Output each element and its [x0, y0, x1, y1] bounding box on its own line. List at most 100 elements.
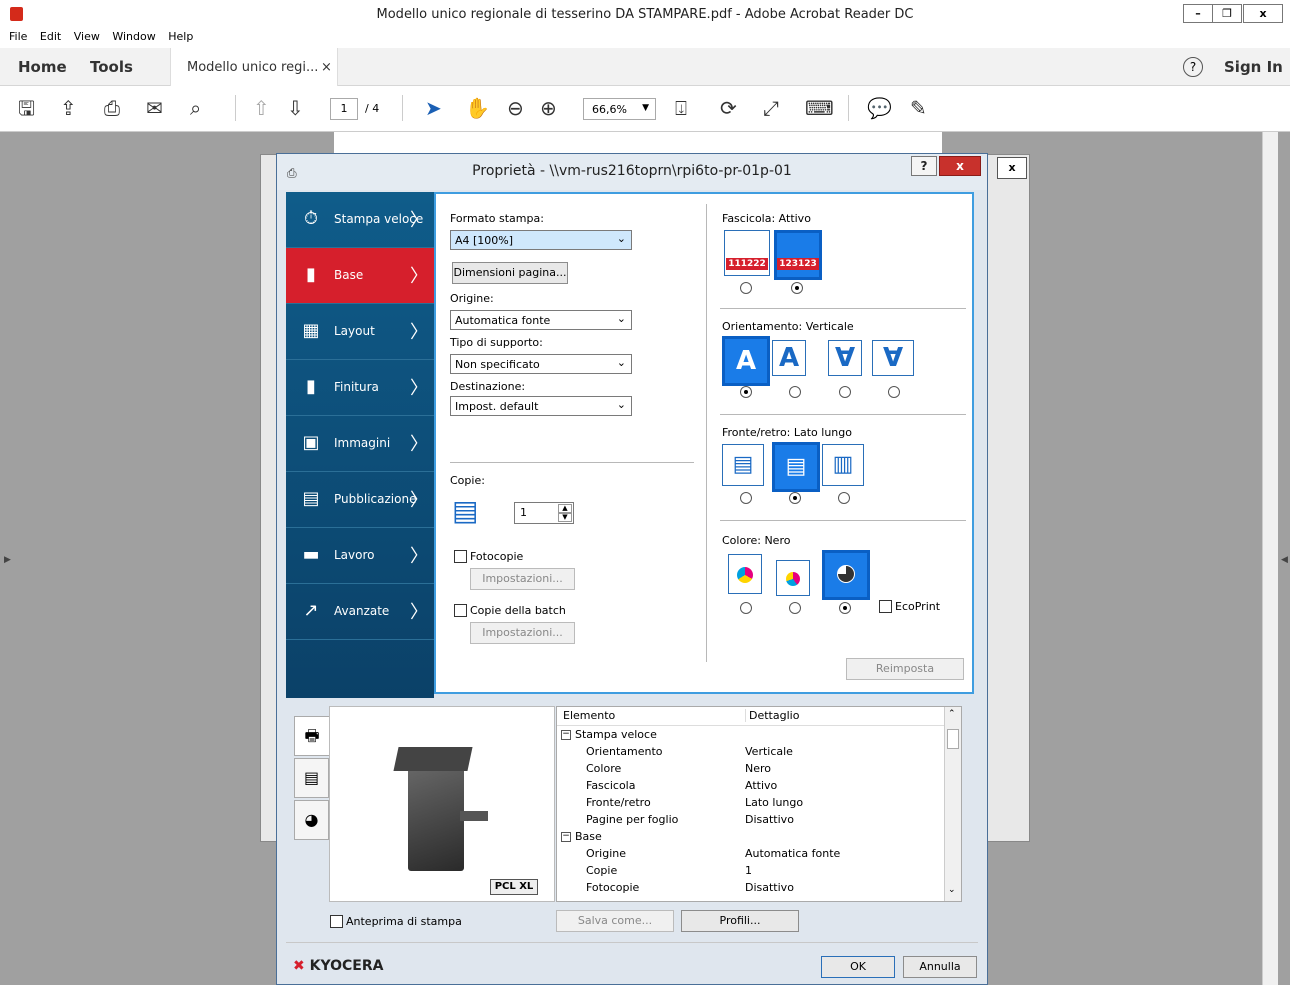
list-item[interactable]: Pagine per foglio Disattivo — [557, 813, 945, 830]
scroll-up-icon[interactable]: ⌃ — [948, 709, 956, 719]
menu-window[interactable]: Window — [112, 30, 155, 43]
fascicola-off-icon[interactable]: 111222 — [724, 230, 770, 276]
tab-close-icon[interactable]: × — [321, 60, 332, 75]
destinazione-select[interactable]: Impost. default ⌄ — [450, 396, 632, 416]
ok-button[interactable]: OK — [821, 956, 895, 978]
list-item[interactable]: Fascicola Attivo — [557, 779, 945, 796]
upload-icon[interactable]: ⇪ — [60, 96, 77, 120]
orient-orizzontale-ruotato-icon[interactable]: ∀ — [872, 340, 914, 376]
color-preview-tab[interactable]: ◕ — [294, 800, 329, 840]
fronte-off-radio[interactable] — [740, 492, 752, 504]
fascicola-off-radio[interactable] — [740, 282, 752, 294]
search-icon[interactable]: ⌕ — [190, 96, 201, 120]
list-item[interactable]: Origine Automatica fonte — [557, 847, 945, 864]
select-cursor-icon[interactable]: ➤ — [425, 96, 442, 120]
formato-select[interactable]: A4 [100%] ⌄ — [450, 230, 632, 250]
fronte-lato-lungo-icon[interactable]: ▤ — [772, 442, 820, 492]
fit-page-icon[interactable]: ⍗ — [675, 96, 687, 120]
dialog-close-button[interactable]: x — [939, 156, 981, 176]
restore-button[interactable]: ❐ — [1212, 4, 1242, 23]
color-full-radio[interactable] — [740, 602, 752, 614]
orient-orizzontale-ruotato-radio[interactable] — [888, 386, 900, 398]
email-icon[interactable]: ✉ — [146, 96, 163, 120]
fascicola-on-icon[interactable]: 123123 — [774, 230, 822, 280]
tab-document[interactable]: Modello unico regi... × — [170, 48, 338, 86]
list-item[interactable]: Base − — [557, 830, 945, 847]
read-mode-icon[interactable]: ⌨ — [805, 96, 834, 120]
list-item[interactable]: Fotocopie Disattivo — [557, 881, 945, 898]
right-panel-toggle-icon[interactable]: ◀ — [1281, 555, 1288, 565]
sidebar-item-lavoro[interactable]: ▬ Lavoro 〉 — [286, 528, 434, 584]
dialog-help-button[interactable]: ? — [911, 156, 937, 176]
fascicola-on-radio[interactable] — [791, 282, 803, 294]
fotocopie-impostazioni-button[interactable]: Impostazioni... — [470, 568, 575, 590]
close-window-button[interactable]: x — [1243, 4, 1283, 23]
orient-verticale-radio[interactable] — [740, 386, 752, 398]
fronte-lato-corto-icon[interactable]: ▥ — [822, 444, 864, 486]
color-auto-radio[interactable] — [789, 602, 801, 614]
help-icon[interactable]: ? — [1183, 57, 1203, 77]
orient-verticale-icon[interactable]: A — [722, 336, 770, 386]
menu-help[interactable]: Help — [168, 30, 193, 43]
zoom-select[interactable]: 66,6% ▼ — [583, 98, 656, 120]
sidebar-item-finitura[interactable]: ▮ Finitura 〉 — [286, 360, 434, 416]
ecoprint-checkbox[interactable] — [879, 600, 892, 613]
print-dialog-close-button[interactable]: x — [997, 157, 1027, 179]
salva-come-button[interactable]: Salva come... — [556, 910, 674, 932]
orient-orizzontale-icon[interactable]: A — [772, 340, 806, 376]
batch-impostazioni-button[interactable]: Impostazioni... — [470, 622, 575, 644]
rotate-icon[interactable]: ⟳ — [720, 96, 737, 120]
color-full-icon[interactable] — [728, 554, 762, 594]
menu-edit[interactable]: Edit — [40, 30, 61, 43]
list-item[interactable]: Copie 1 — [557, 864, 945, 881]
spin-down-icon[interactable]: ▼ — [558, 513, 572, 522]
spin-up-icon[interactable]: ▲ — [558, 504, 572, 513]
fronte-off-icon[interactable]: ▤ — [722, 444, 764, 486]
device-preview-tab[interactable]: 🖶 — [294, 716, 329, 756]
copie-batch-checkbox[interactable] — [454, 604, 467, 617]
list-item[interactable]: Stampa veloce − — [557, 728, 945, 745]
comment-icon[interactable]: 💬 — [867, 96, 892, 120]
minimize-button[interactable]: – — [1183, 4, 1213, 23]
dimensioni-pagina-button[interactable]: Dimensioni pagina... — [452, 262, 568, 284]
profili-button[interactable]: Profili... — [681, 910, 799, 932]
orient-verticale-ruotato-radio[interactable] — [839, 386, 851, 398]
print-icon[interactable]: ⎙ — [104, 96, 120, 120]
scroll-down-icon[interactable]: ⌄ — [948, 885, 956, 895]
list-scrollbar[interactable]: ⌃ ⌄ — [944, 707, 961, 901]
fronte-lato-lungo-radio[interactable] — [789, 492, 801, 504]
annulla-button[interactable]: Annulla — [903, 956, 977, 978]
list-item[interactable]: Orientamento Verticale — [557, 745, 945, 762]
hand-tool-icon[interactable]: ✋ — [465, 96, 490, 120]
sidebar-item-layout[interactable]: ▦ Layout 〉 — [286, 304, 434, 360]
color-auto-icon[interactable] — [776, 560, 810, 596]
settings-summary-list[interactable]: Elemento Dettaglio Stampa veloce − Orienta… — [556, 706, 962, 902]
page-up-icon[interactable]: ⇧ — [253, 96, 270, 120]
list-item[interactable]: Fronte/retro Lato lungo — [557, 796, 945, 813]
viewer-scrollbar[interactable] — [1262, 132, 1278, 985]
sidebar-item-base[interactable]: ▮ Base 〉 — [286, 248, 434, 304]
orient-verticale-ruotato-icon[interactable]: ∀ — [828, 340, 862, 376]
sign-in-link[interactable]: Sign In — [1224, 58, 1283, 76]
left-panel-toggle-icon[interactable]: ▶ — [4, 555, 11, 565]
highlight-pen-icon[interactable]: ✎ — [910, 96, 927, 120]
reimposta-button[interactable]: Reimposta — [846, 658, 964, 680]
menu-view[interactable]: View — [74, 30, 100, 43]
collapse-icon[interactable]: − — [561, 832, 571, 842]
sidebar-item-stampa-veloce[interactable]: ⏱ Stampa veloce 〉 — [286, 192, 434, 248]
zoom-out-icon[interactable]: ⊖ — [507, 96, 524, 120]
menu-file[interactable]: File — [9, 30, 27, 43]
origine-select[interactable]: Automatica fonte ⌄ — [450, 310, 632, 330]
full-screen-icon[interactable]: ⤢ — [763, 96, 779, 120]
page-down-icon[interactable]: ⇩ — [287, 96, 304, 120]
zoom-in-icon[interactable]: ⊕ — [540, 96, 557, 120]
fronte-lato-corto-radio[interactable] — [838, 492, 850, 504]
list-item[interactable]: Colore Nero — [557, 762, 945, 779]
color-black-icon[interactable] — [822, 550, 870, 600]
color-black-radio[interactable] — [839, 602, 851, 614]
save-icon[interactable]: 🖫 — [18, 96, 35, 120]
page-number-input[interactable]: 1 — [330, 98, 358, 120]
copie-spinner[interactable]: 1 ▲ ▼ — [514, 502, 574, 524]
tab-tools[interactable]: Tools — [90, 58, 133, 76]
page-preview-tab[interactable]: ▤ — [294, 758, 329, 798]
